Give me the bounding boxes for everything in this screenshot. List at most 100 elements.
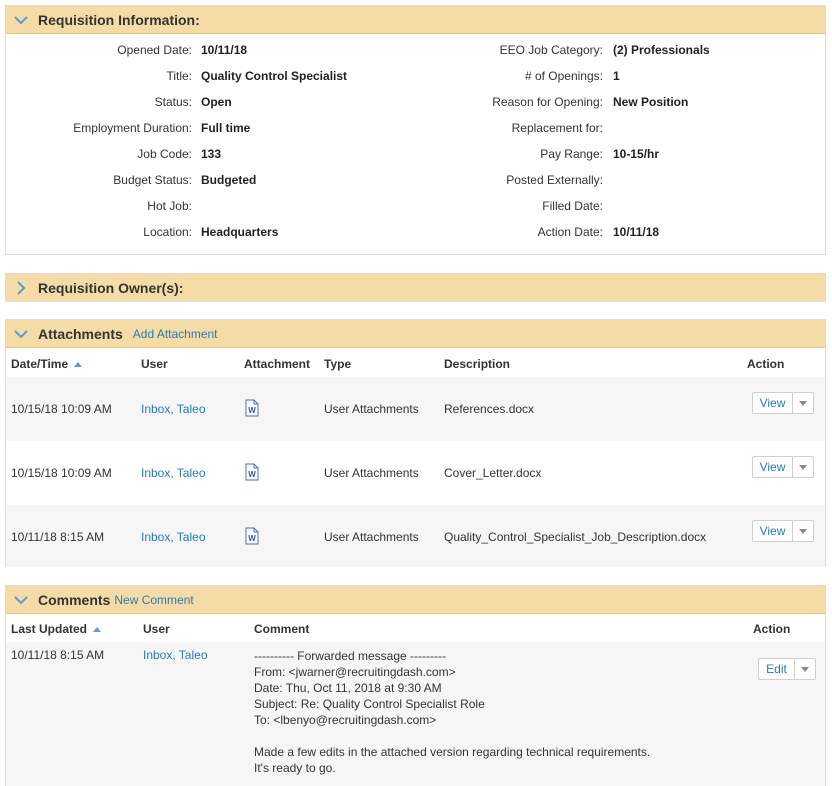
- edit-button[interactable]: Edit: [759, 659, 795, 679]
- info-row: Reason for Opening: New Position: [406, 93, 825, 111]
- field-value: Full time: [201, 121, 251, 135]
- field-label: Title:: [166, 69, 192, 83]
- attachment-description: Quality_Control_Specialist_Job_Descripti…: [444, 530, 707, 544]
- new-comment-link[interactable]: New Comment: [114, 593, 193, 607]
- info-row: Job Code: 133: [6, 145, 406, 163]
- svg-text:W: W: [248, 406, 256, 415]
- chevron-down-icon: [801, 666, 809, 672]
- field-label: Replacement for:: [511, 121, 603, 135]
- column-header-type: Type: [324, 357, 352, 371]
- field-value: (2) Professionals: [613, 43, 710, 57]
- chevron-down-icon[interactable]: [12, 325, 30, 343]
- attachments-header[interactable]: Attachments Add Attachment: [6, 320, 825, 348]
- field-label: Employment Duration:: [73, 121, 192, 135]
- field-label: Status:: [154, 95, 192, 109]
- comment-line: It's ready to go.: [254, 761, 336, 775]
- dropdown-toggle[interactable]: [793, 457, 813, 477]
- panel-title: Attachments: [38, 325, 123, 342]
- dropdown-toggle[interactable]: [793, 521, 813, 541]
- comment-line: To: <lbenyo@recruitingdash.com>: [254, 713, 437, 727]
- panel-title: Comments: [38, 591, 111, 608]
- comment-updated: 10/11/18 8:15 AM: [11, 648, 105, 662]
- column-header-comment: Comment: [254, 622, 310, 636]
- field-label: EEO Job Category:: [499, 43, 603, 57]
- info-row: Location: Headquarters: [6, 223, 406, 241]
- comments-table-header: Last Updated User Comment Action: [6, 616, 825, 642]
- comments-header[interactable]: Comments New Comment: [6, 586, 825, 614]
- word-document-icon[interactable]: W: [245, 527, 259, 545]
- attachment-description: Cover_Letter.docx: [444, 466, 542, 480]
- add-attachment-link[interactable]: Add Attachment: [133, 327, 218, 341]
- field-label: Pay Range:: [540, 147, 603, 161]
- comment-line: Date: Thu, Oct 11, 2018 at 9:30 AM: [254, 681, 442, 695]
- chevron-down-icon[interactable]: [12, 591, 30, 609]
- requisition-owners-header[interactable]: Requisition Owner(s):: [6, 274, 825, 301]
- requisition-owners-panel: Requisition Owner(s):: [5, 273, 826, 302]
- info-row: Filled Date:: [406, 197, 825, 215]
- field-label: Reason for Opening:: [492, 95, 603, 109]
- view-button[interactable]: View: [753, 521, 793, 541]
- field-label: Filled Date:: [542, 199, 603, 213]
- comment-row: 10/11/18 8:15 AM Inbox, Taleo ----------…: [6, 642, 825, 786]
- field-value: Quality Control Specialist: [201, 69, 348, 83]
- word-document-icon[interactable]: W: [245, 463, 259, 481]
- info-row: EEO Job Category: (2) Professionals: [406, 41, 825, 59]
- info-row: Employment Duration: Full time: [6, 119, 406, 137]
- attachment-description: References.docx: [444, 402, 535, 416]
- info-row: Pay Range: 10-15/hr: [406, 145, 825, 163]
- edit-split-button: Edit: [758, 658, 816, 680]
- dropdown-toggle[interactable]: [793, 393, 813, 413]
- comment-line: Subject: Re: Quality Control Specialist …: [254, 697, 485, 711]
- sort-ascending-icon: [74, 362, 83, 368]
- comment-line: ---------- Forwarded message ---------: [254, 649, 446, 663]
- column-header-user: User: [141, 357, 168, 371]
- table-row: 10/15/18 10:09 AM Inbox, Taleo W User At…: [6, 441, 825, 505]
- field-label: Action Date:: [537, 225, 603, 239]
- dropdown-toggle[interactable]: [795, 659, 815, 679]
- info-row: Status: Open: [6, 93, 406, 111]
- svg-text:W: W: [248, 534, 256, 543]
- chevron-down-icon: [799, 464, 807, 470]
- word-document-icon[interactable]: W: [245, 399, 259, 417]
- view-split-button: View: [752, 392, 814, 414]
- view-split-button: View: [752, 456, 814, 478]
- attachment-user-link[interactable]: Inbox, Taleo: [141, 402, 206, 416]
- field-value: New Position: [613, 95, 689, 109]
- info-row: Posted Externally:: [406, 171, 825, 189]
- column-header-attachment: Attachment: [244, 357, 311, 371]
- column-label: Last Updated: [11, 622, 88, 636]
- field-value: Budgeted: [201, 173, 257, 187]
- view-split-button: View: [752, 520, 814, 542]
- field-value: Headquarters: [201, 225, 279, 239]
- info-row: # of Openings: 1: [406, 67, 825, 85]
- field-label: Location:: [143, 225, 192, 239]
- column-header-datetime[interactable]: Date/Time: [11, 351, 83, 377]
- attachment-user-link[interactable]: Inbox, Taleo: [141, 466, 206, 480]
- attachment-type: User Attachments: [324, 402, 419, 416]
- info-row: Hot Job:: [6, 197, 406, 215]
- field-label: Job Code:: [137, 147, 192, 161]
- attachments-panel: Attachments Add Attachment Date/Time Use…: [5, 319, 826, 567]
- sort-ascending-icon: [93, 627, 102, 633]
- info-row: Title: Quality Control Specialist: [6, 67, 406, 85]
- chevron-right-icon[interactable]: [12, 279, 30, 297]
- field-value: Open: [201, 95, 232, 109]
- attachment-user-link[interactable]: Inbox, Taleo: [141, 530, 206, 544]
- attachment-datetime: 10/15/18 10:09 AM: [11, 466, 112, 480]
- column-header-description: Description: [444, 357, 511, 371]
- requisition-information-header[interactable]: Requisition Information:: [6, 6, 825, 34]
- column-label: Date/Time: [11, 357, 69, 371]
- field-value: 10/11/18: [613, 225, 660, 239]
- chevron-down-icon[interactable]: [12, 11, 30, 29]
- column-header-last-updated[interactable]: Last Updated: [11, 616, 102, 642]
- view-button[interactable]: View: [753, 393, 793, 413]
- comment-user-link[interactable]: Inbox, Taleo: [143, 648, 208, 662]
- attachment-datetime: 10/15/18 10:09 AM: [11, 402, 112, 416]
- info-row: Budget Status: Budgeted: [6, 171, 406, 189]
- panel-title: Requisition Owner(s):: [38, 279, 184, 296]
- attachment-datetime: 10/11/18 8:15 AM: [11, 530, 105, 544]
- view-button[interactable]: View: [753, 457, 793, 477]
- chevron-down-icon: [799, 528, 807, 534]
- comment-line: From: <jwarner@recruitingdash.com>: [254, 665, 456, 679]
- requisition-information-panel: Requisition Information: Opened Date: 10…: [5, 5, 826, 255]
